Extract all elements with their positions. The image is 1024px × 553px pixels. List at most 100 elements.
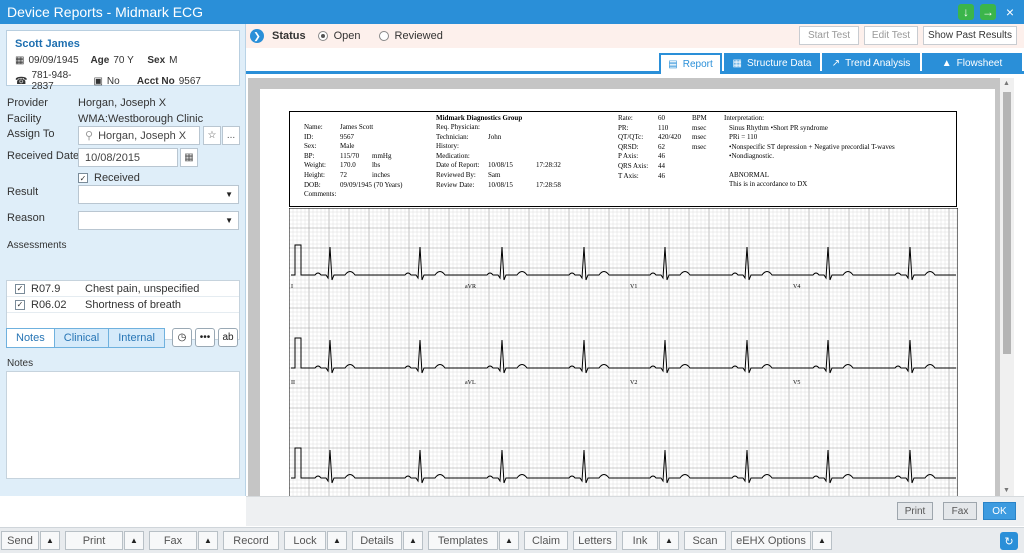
reason-select[interactable]: ▼: [78, 211, 239, 230]
caret-up-icon[interactable]: ▲: [327, 531, 347, 550]
ecg-trace: [291, 447, 956, 484]
provider-label: Provider: [7, 97, 48, 109]
assessment-code: R06.02: [31, 298, 67, 311]
flowsheet-icon: ▲: [941, 58, 952, 69]
lead-label: V1: [630, 284, 637, 290]
show-past-results-button[interactable]: Show Past Results: [923, 26, 1017, 45]
toolbar-scan-button[interactable]: Scan: [684, 531, 726, 550]
ecg-field-value: 09/09/1945 (70 Years): [340, 180, 403, 189]
ecg-field-label: Medication:: [436, 151, 470, 160]
edit-test-button[interactable]: Edit Test: [864, 26, 918, 45]
ecg-field-label: Reviewed By:: [436, 171, 476, 179]
vertical-scrollbar[interactable]: ▲ ▼: [1000, 78, 1014, 496]
toolbar-send-button[interactable]: Send: [1, 531, 39, 550]
tab-internal[interactable]: Internal: [109, 329, 164, 347]
received-checkbox-row[interactable]: ✓ Received: [78, 172, 140, 184]
assessment-checkbox[interactable]: ✓: [15, 283, 25, 294]
received-date-label: Received Date: [7, 150, 80, 162]
status-open-radio[interactable]: Open: [317, 30, 361, 42]
ecg-interpretation-line: •Nonspecific ST depression + Negative pr…: [729, 142, 895, 151]
more-options-button[interactable]: •••: [195, 328, 215, 347]
chevron-down-icon: ▼: [225, 190, 233, 199]
clock-icon[interactable]: ◷: [172, 328, 192, 347]
tab-structure-data[interactable]: ▦ Structure Data: [724, 53, 820, 74]
patient-phone: 781-948-2837: [31, 70, 72, 92]
caret-up-icon[interactable]: ▲: [124, 531, 144, 550]
print-button[interactable]: Print: [897, 502, 933, 520]
status-reviewed-radio[interactable]: Reviewed: [378, 30, 443, 42]
radio-icon[interactable]: [317, 31, 328, 41]
assessment-desc: Shortness of breath: [85, 298, 182, 311]
ecg-measure-unit: msec: [692, 123, 707, 132]
toolbar-claim-button[interactable]: Claim: [524, 531, 568, 550]
age-label: Age: [90, 55, 110, 66]
patient-sex: M: [169, 55, 178, 66]
ecg-field-unit: lbs: [372, 161, 381, 170]
close-icon[interactable]: ×: [1002, 4, 1018, 20]
list-item[interactable]: ✓ R06.02 Shortness of breath: [7, 297, 239, 313]
toolbar-eehx-options-button[interactable]: eEHX Options: [731, 531, 811, 550]
toolbar-details-button[interactable]: Details: [352, 531, 402, 550]
notes-label: Notes: [7, 358, 34, 369]
caret-up-icon[interactable]: ▲: [198, 531, 218, 550]
caret-up-icon[interactable]: ▲: [403, 531, 423, 550]
chevron-right-icon[interactable]: ❯: [250, 29, 264, 43]
ecg-interpretation-line: Sinus Rhythm •Short PR syndrome: [729, 124, 828, 132]
favorite-star-icon[interactable]: ☆: [203, 126, 221, 145]
toolbar-record-button[interactable]: Record: [223, 531, 279, 550]
portal-icon: ▣: [93, 75, 103, 87]
calendar-picker-icon[interactable]: ▦: [180, 148, 198, 167]
ok-button[interactable]: OK: [983, 502, 1016, 520]
patient-name[interactable]: Scott James: [15, 38, 80, 50]
caret-up-icon[interactable]: ▲: [499, 531, 519, 550]
toolbar-ink-button[interactable]: Ink: [622, 531, 658, 550]
start-test-button[interactable]: Start Test: [799, 26, 859, 45]
bottom-toolbar: ↻ Send ▲ Print ▲ Fax ▲ Record Lock ▲ Details ▲ Temp…: [0, 527, 1024, 553]
scroll-up-icon[interactable]: ▲: [1003, 80, 1010, 87]
report-viewer[interactable]: Midmark Diagnostics Group Name: James Sco…: [248, 78, 1014, 498]
ecg-trace: [291, 337, 956, 374]
window-titlebar: Device Reports - Midmark ECG ↓ → ×: [0, 0, 1024, 24]
tab-notes[interactable]: Notes: [7, 329, 55, 347]
caret-up-icon[interactable]: ▲: [812, 531, 832, 550]
arrow-right-icon[interactable]: →: [980, 4, 996, 20]
result-select[interactable]: ▼: [78, 185, 239, 204]
list-item[interactable]: ✓ R07.9 Chest pain, unspecified: [7, 281, 239, 297]
lead-label: I: [291, 284, 293, 290]
toolbar-templates-button[interactable]: Templates: [428, 531, 498, 550]
caret-up-icon[interactable]: ▲: [40, 531, 60, 550]
radio-icon[interactable]: [378, 31, 389, 41]
spellcheck-icon[interactable]: ab: [218, 328, 238, 347]
toolbar-letters-button[interactable]: Letters: [573, 531, 617, 550]
report-group-title: Midmark Diagnostics Group: [436, 114, 523, 122]
toolbar-fax-button[interactable]: Fax: [149, 531, 197, 550]
notes-textarea[interactable]: [6, 371, 240, 479]
ecg-field-value: John: [488, 132, 502, 141]
lead-label: V5: [793, 380, 800, 386]
tab-flowsheet[interactable]: ▲ Flowsheet: [922, 53, 1022, 74]
tab-clinical[interactable]: Clinical: [54, 329, 110, 347]
assign-input[interactable]: ⚲ Horgan, Joseph X: [78, 126, 200, 145]
status-label: Status: [272, 30, 306, 42]
assessment-checkbox[interactable]: ✓: [15, 299, 25, 310]
caret-up-icon[interactable]: ▲: [659, 531, 679, 550]
fax-button[interactable]: Fax: [943, 502, 977, 520]
scroll-down-icon[interactable]: ▼: [1003, 487, 1010, 494]
toolbar-lock-button[interactable]: Lock: [284, 531, 326, 550]
tab-trend-analysis[interactable]: ↗ Trend Analysis: [822, 53, 920, 74]
tab-report[interactable]: ▤ Report: [659, 53, 722, 74]
search-icon: ⚲: [85, 130, 94, 142]
scrollbar-thumb[interactable]: [1003, 92, 1011, 354]
assign-more-button[interactable]: ...: [222, 126, 240, 145]
ecg-field-value: 10/08/15: [488, 161, 513, 170]
arrow-down-icon[interactable]: ↓: [958, 4, 974, 20]
lead-label: V2: [630, 380, 637, 386]
ecg-field-unit: mmHg: [372, 151, 392, 160]
received-date-input[interactable]: 10/08/2015: [78, 148, 178, 167]
refresh-icon[interactable]: ↻: [1000, 532, 1018, 550]
toolbar-print-button[interactable]: Print: [65, 531, 123, 550]
ecg-measure-unit: msec: [692, 142, 707, 151]
ecg-field-value: Sam: [488, 171, 501, 179]
received-checkbox[interactable]: ✓: [78, 173, 88, 183]
provider-value: Horgan, Joseph X: [78, 97, 167, 109]
